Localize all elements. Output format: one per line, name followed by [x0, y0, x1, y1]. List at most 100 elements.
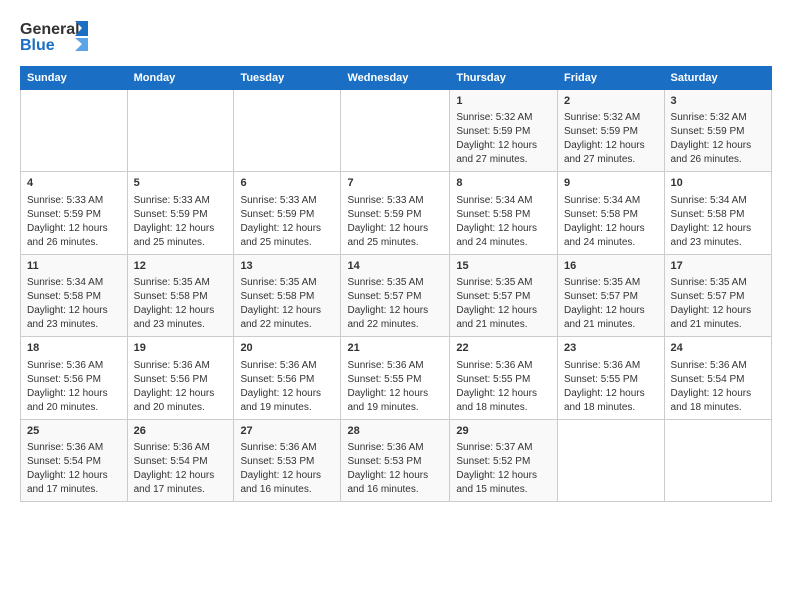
day-info: and 19 minutes.	[240, 401, 334, 415]
day-info: Daylight: 12 hours	[671, 222, 765, 236]
day-info: Sunrise: 5:34 AM	[671, 194, 765, 208]
day-number: 3	[671, 94, 765, 109]
calendar-cell: 19Sunrise: 5:36 AMSunset: 5:56 PMDayligh…	[127, 337, 234, 419]
day-info: Daylight: 12 hours	[347, 304, 443, 318]
day-info: and 25 minutes.	[240, 236, 334, 250]
day-info: Sunset: 5:58 PM	[564, 208, 658, 222]
day-info: Sunrise: 5:37 AM	[456, 441, 551, 455]
day-info: Sunrise: 5:32 AM	[564, 111, 658, 125]
col-header-thursday: Thursday	[450, 67, 558, 90]
svg-text:Blue: Blue	[20, 37, 55, 54]
day-info: Sunset: 5:56 PM	[134, 373, 228, 387]
day-number: 22	[456, 341, 551, 356]
day-number: 8	[456, 176, 551, 191]
day-info: Sunset: 5:54 PM	[671, 373, 765, 387]
day-info: Sunrise: 5:32 AM	[456, 111, 551, 125]
header-row: SundayMondayTuesdayWednesdayThursdayFrid…	[21, 67, 772, 90]
day-info: Daylight: 12 hours	[134, 304, 228, 318]
calendar-cell: 16Sunrise: 5:35 AMSunset: 5:57 PMDayligh…	[558, 254, 665, 336]
day-info: Daylight: 12 hours	[671, 387, 765, 401]
week-row-3: 18Sunrise: 5:36 AMSunset: 5:56 PMDayligh…	[21, 337, 772, 419]
day-info: Sunrise: 5:36 AM	[347, 441, 443, 455]
calendar-cell: 26Sunrise: 5:36 AMSunset: 5:54 PMDayligh…	[127, 419, 234, 501]
day-info: Daylight: 12 hours	[671, 304, 765, 318]
day-info: Daylight: 12 hours	[27, 304, 121, 318]
day-info: Sunset: 5:55 PM	[564, 373, 658, 387]
day-info: Daylight: 12 hours	[564, 304, 658, 318]
day-info: and 21 minutes.	[564, 318, 658, 332]
day-info: Daylight: 12 hours	[564, 222, 658, 236]
col-header-tuesday: Tuesday	[234, 67, 341, 90]
calendar-cell: 3Sunrise: 5:32 AMSunset: 5:59 PMDaylight…	[664, 90, 771, 172]
day-info: Daylight: 12 hours	[456, 139, 551, 153]
day-info: Sunrise: 5:36 AM	[240, 359, 334, 373]
calendar-cell	[664, 419, 771, 501]
calendar-cell: 12Sunrise: 5:35 AMSunset: 5:58 PMDayligh…	[127, 254, 234, 336]
day-info: and 21 minutes.	[456, 318, 551, 332]
page: GeneralBlue SundayMondayTuesdayWednesday…	[0, 0, 792, 612]
calendar-cell: 28Sunrise: 5:36 AMSunset: 5:53 PMDayligh…	[341, 419, 450, 501]
day-info: and 23 minutes.	[27, 318, 121, 332]
day-info: Sunrise: 5:36 AM	[27, 359, 121, 373]
day-info: and 15 minutes.	[456, 483, 551, 497]
day-info: Sunset: 5:55 PM	[456, 373, 551, 387]
day-info: Sunset: 5:56 PM	[27, 373, 121, 387]
day-number: 19	[134, 341, 228, 356]
day-info: and 18 minutes.	[671, 401, 765, 415]
calendar-cell: 9Sunrise: 5:34 AMSunset: 5:58 PMDaylight…	[558, 172, 665, 254]
day-info: and 20 minutes.	[134, 401, 228, 415]
day-info: Daylight: 12 hours	[27, 469, 121, 483]
day-info: Sunrise: 5:36 AM	[134, 441, 228, 455]
day-number: 18	[27, 341, 121, 356]
day-number: 1	[456, 94, 551, 109]
day-info: Daylight: 12 hours	[347, 222, 443, 236]
day-info: Sunset: 5:58 PM	[671, 208, 765, 222]
calendar-cell: 4Sunrise: 5:33 AMSunset: 5:59 PMDaylight…	[21, 172, 128, 254]
day-info: and 26 minutes.	[671, 153, 765, 167]
day-info: Sunrise: 5:34 AM	[27, 276, 121, 290]
day-number: 29	[456, 424, 551, 439]
day-info: Sunrise: 5:36 AM	[671, 359, 765, 373]
day-info: Sunset: 5:58 PM	[27, 290, 121, 304]
calendar-table: SundayMondayTuesdayWednesdayThursdayFrid…	[20, 66, 772, 502]
day-number: 17	[671, 259, 765, 274]
calendar-cell: 1 Sunrise: 5:32 AMSunset: 5:59 PMDaylight…	[450, 90, 558, 172]
day-info: Sunset: 5:58 PM	[240, 290, 334, 304]
day-number: 7	[347, 176, 443, 191]
calendar-cell: 8Sunrise: 5:34 AMSunset: 5:58 PMDaylight…	[450, 172, 558, 254]
day-info: and 16 minutes.	[240, 483, 334, 497]
calendar-cell: 11 Sunrise: 5:34 AMSunset: 5:58 PMDayligh…	[21, 254, 128, 336]
day-info: and 22 minutes.	[240, 318, 334, 332]
calendar-cell: 17Sunrise: 5:35 AMSunset: 5:57 PMDayligh…	[664, 254, 771, 336]
day-info: Sunset: 5:52 PM	[456, 455, 551, 469]
day-info: Sunset: 5:57 PM	[347, 290, 443, 304]
calendar-cell	[234, 90, 341, 172]
day-info: Sunset: 5:59 PM	[456, 125, 551, 139]
calendar-cell: 14Sunrise: 5:35 AMSunset: 5:57 PMDayligh…	[341, 254, 450, 336]
day-info: and 17 minutes.	[134, 483, 228, 497]
day-info: Sunrise: 5:35 AM	[240, 276, 334, 290]
day-info: Sunset: 5:54 PM	[134, 455, 228, 469]
day-info: Sunrise: 5:35 AM	[134, 276, 228, 290]
day-info: Sunrise: 5:36 AM	[27, 441, 121, 455]
day-info: Daylight: 12 hours	[456, 387, 551, 401]
calendar-cell	[341, 90, 450, 172]
calendar-cell: 25Sunrise: 5:36 AMSunset: 5:54 PMDayligh…	[21, 419, 128, 501]
day-info: and 25 minutes.	[347, 236, 443, 250]
day-info: and 27 minutes.	[564, 153, 658, 167]
day-info: Sunset: 5:57 PM	[456, 290, 551, 304]
day-info: Daylight: 12 hours	[347, 387, 443, 401]
day-number: 13	[240, 259, 334, 274]
calendar-cell: 10 Sunrise: 5:34 AMSunset: 5:58 PMDayligh…	[664, 172, 771, 254]
day-info: Sunset: 5:57 PM	[671, 290, 765, 304]
day-number: 9	[564, 176, 658, 191]
day-number: 28	[347, 424, 443, 439]
day-number: 2	[564, 94, 658, 109]
day-number: 10	[671, 176, 765, 191]
day-number: 25	[27, 424, 121, 439]
day-number: 11	[27, 259, 121, 274]
day-number: 15	[456, 259, 551, 274]
day-number: 6	[240, 176, 334, 191]
calendar-cell	[127, 90, 234, 172]
day-info: and 23 minutes.	[134, 318, 228, 332]
